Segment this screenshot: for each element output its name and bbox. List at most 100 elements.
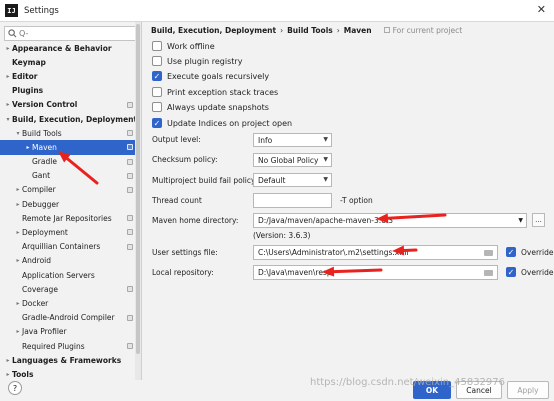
help-button[interactable]: ? (8, 381, 22, 395)
project-config-icon (127, 186, 133, 193)
sidebar-item-build-tools[interactable]: ▾ Build Tools (0, 126, 141, 140)
checksum-policy-label: Checksum policy: (152, 155, 218, 164)
option-label: Work offline (167, 41, 215, 51)
sidebar-item-plugins[interactable]: Plugins (0, 84, 141, 98)
maven-home-input[interactable]: D:/Java/maven/apache-maven-3.6.3 ▼ (253, 213, 527, 228)
expand-arrow-icon[interactable]: ▸ (14, 257, 22, 264)
expand-arrow-open-icon[interactable]: ▾ (14, 130, 22, 137)
sidebar-item-debugger[interactable]: ▸ Debugger (0, 197, 141, 211)
checksum-policy-select[interactable]: No Global Policy ▼ (253, 153, 332, 167)
sidebar-item-label: Tools (12, 369, 34, 379)
thread-count-hint: -T option (340, 196, 373, 205)
sidebar-item-coverage[interactable]: Coverage (0, 282, 141, 296)
sidebar-item-label: Plugins (12, 86, 44, 96)
sidebar-item-build-execution-deployment[interactable]: ▾ Build, Execution, Deployment (0, 112, 141, 126)
sidebar-item-label: Build Tools (22, 128, 62, 138)
close-window-icon[interactable]: ✕ (537, 3, 546, 16)
sidebar-item-label: Editor (12, 71, 38, 81)
option-always-update-snapshots[interactable]: Always update snapshots (152, 101, 269, 113)
expand-arrow-icon[interactable]: ▸ (4, 357, 12, 364)
window-title: Settings (24, 5, 59, 16)
option-checkbox[interactable] (152, 87, 162, 97)
expand-arrow-open-icon[interactable]: ▾ (4, 116, 12, 123)
option-work-offline[interactable]: Work offline (152, 40, 215, 52)
sidebar-item-editor[interactable]: ▸ Editor (0, 69, 141, 83)
sidebar-item-required-plugins[interactable]: Required Plugins (0, 339, 141, 353)
user-settings-value: C:\Users\Administrator\.m2\settings.xml (258, 248, 409, 257)
sidebar-item-gradle[interactable]: Gradle (0, 155, 141, 169)
local-repository-input[interactable]: D:\Java\maven\resp (253, 265, 498, 280)
search-input[interactable] (19, 29, 129, 38)
option-checkbox[interactable] (152, 56, 162, 66)
user-settings-input[interactable]: C:\Users\Administrator\.m2\settings.xml (253, 245, 498, 260)
sidebar-item-label: Version Control (12, 100, 78, 110)
option-label: Execute goals recursively (167, 71, 270, 81)
local-repository-override[interactable]: ✓ Override (506, 266, 553, 278)
maven-home-browse-button[interactable]: ... (532, 213, 545, 227)
multiproject-fail-policy-select[interactable]: Default ▼ (253, 173, 332, 187)
expand-arrow-icon[interactable]: ▸ (14, 201, 22, 208)
project-config-icon (127, 172, 133, 179)
intellij-app-icon: IJ (5, 4, 18, 17)
folder-icon[interactable] (484, 270, 493, 276)
option-checkbox[interactable]: ✓ (152, 71, 162, 81)
for-current-project-label: For current project (392, 25, 463, 35)
apply-button[interactable]: Apply (507, 381, 549, 399)
folder-icon[interactable] (484, 250, 493, 256)
expand-arrow-icon[interactable]: ▸ (4, 101, 12, 108)
expand-arrow-icon[interactable]: ▸ (4, 371, 12, 378)
expand-arrow-icon[interactable]: ▸ (14, 300, 22, 307)
sidebar-item-deployment[interactable]: ▸ Deployment (0, 225, 141, 239)
sidebar-item-languages-frameworks[interactable]: ▸ Languages & Frameworks (0, 353, 141, 367)
expand-arrow-icon[interactable]: ▸ (4, 45, 12, 52)
sidebar-scrollbar-thumb[interactable] (136, 24, 140, 354)
option-checkbox[interactable] (152, 41, 162, 51)
sidebar-item-label: Docker (22, 298, 49, 308)
project-config-icon (127, 342, 133, 349)
sidebar-item-java-profiler[interactable]: ▸ Java Profiler (0, 325, 141, 339)
user-settings-override-checkbox[interactable]: ✓ (506, 247, 516, 257)
expand-arrow-icon[interactable]: ▸ (14, 229, 22, 236)
sidebar-item-keymap[interactable]: Keymap (0, 55, 141, 69)
sidebar-item-docker[interactable]: ▸ Docker (0, 296, 141, 310)
sidebar-item-version-control[interactable]: ▸ Version Control (0, 98, 141, 112)
sidebar-item-label: Java Profiler (22, 327, 67, 337)
option-use-plugin-registry[interactable]: Use plugin registry (152, 55, 242, 67)
option-update-indices-on-project-open[interactable]: ✓ Update Indices on project open (152, 117, 292, 129)
expand-arrow-icon[interactable]: ▸ (14, 186, 22, 193)
option-label: Always update snapshots (167, 102, 269, 112)
chevron-down-icon[interactable]: ▼ (518, 217, 523, 224)
option-checkbox[interactable] (152, 102, 162, 112)
option-checkbox[interactable]: ✓ (152, 118, 162, 128)
sidebar-item-label: Maven (32, 142, 57, 152)
sidebar-item-arquillian-containers[interactable]: Arquillian Containers (0, 240, 141, 254)
thread-count-input[interactable] (253, 193, 332, 208)
checksum-policy-value: No Global Policy (258, 155, 319, 165)
sidebar-item-appearance-behavior[interactable]: ▸ Appearance & Behavior (0, 41, 141, 55)
settings-search-box[interactable] (4, 26, 138, 41)
sidebar-item-android[interactable]: ▸ Android (0, 254, 141, 268)
local-repository-override-label: Override (521, 267, 554, 277)
sidebar-item-application-servers[interactable]: Application Servers (0, 268, 141, 282)
sidebar-item-remote-jar-repositories[interactable]: Remote Jar Repositories (0, 211, 141, 225)
option-print-exception-stack-traces[interactable]: Print exception stack traces (152, 86, 278, 98)
option-label: Update Indices on project open (167, 118, 293, 128)
expand-arrow-icon[interactable]: ▸ (4, 73, 12, 80)
option-execute-goals-recursively[interactable]: ✓ Execute goals recursively (152, 70, 269, 82)
output-level-select[interactable]: Info ▼ (253, 133, 332, 147)
sidebar-item-label: Application Servers (22, 270, 95, 280)
sidebar-item-gant[interactable]: Gant (0, 169, 141, 183)
expand-arrow-icon[interactable]: ▸ (14, 328, 22, 335)
sidebar-item-maven[interactable]: ▸ Maven (0, 140, 141, 155)
local-repository-override-checkbox[interactable]: ✓ (506, 267, 516, 277)
sidebar-item-label: Remote Jar Repositories (22, 213, 112, 223)
multiproject-fail-policy-value: Default (258, 175, 286, 185)
sidebar-item-label: Gradle-Android Compiler (22, 313, 115, 323)
sidebar-item-label: Gradle (32, 157, 57, 167)
user-settings-override[interactable]: ✓ Override (506, 246, 553, 258)
sidebar-scrollbar[interactable] (135, 22, 141, 380)
sidebar-item-label: Appearance & Behavior (12, 43, 112, 53)
sidebar-item-compiler[interactable]: ▸ Compiler (0, 183, 141, 197)
sidebar-item-gradle-android-compiler[interactable]: Gradle-Android Compiler (0, 311, 141, 325)
expand-arrow-icon[interactable]: ▸ (24, 144, 32, 151)
